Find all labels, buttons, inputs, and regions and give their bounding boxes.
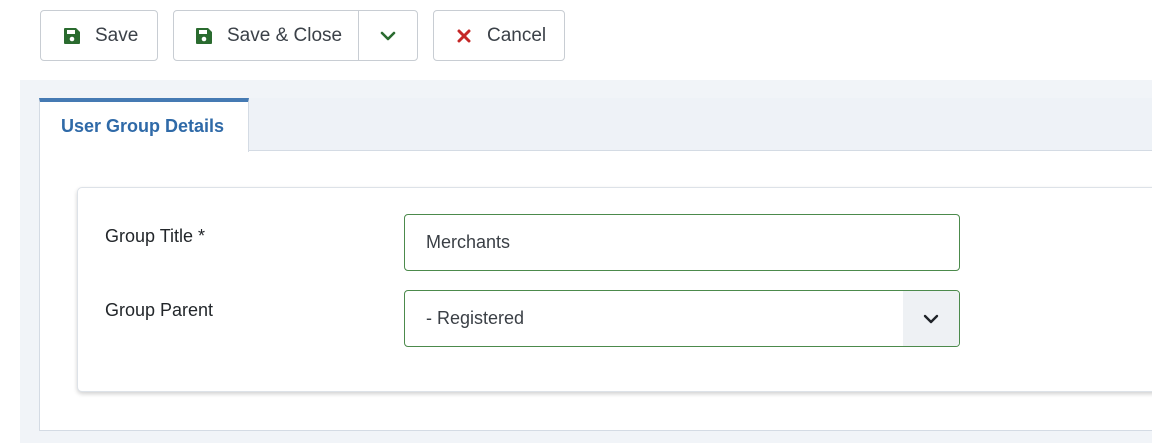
tab-user-group-details[interactable]: User Group Details bbox=[39, 98, 249, 152]
save-label: Save bbox=[95, 24, 139, 46]
cancel-button[interactable]: Cancel bbox=[433, 10, 565, 61]
group-title-label: Group Title * bbox=[105, 226, 206, 246]
save-close-button[interactable]: Save & Close bbox=[174, 11, 359, 60]
group-parent-value: - Registered bbox=[426, 308, 525, 328]
save-button[interactable]: Save bbox=[40, 10, 158, 61]
tab-strip: User Group Details bbox=[39, 98, 1152, 152]
group-title-input[interactable]: Merchants bbox=[404, 214, 960, 271]
chevron-down-icon bbox=[903, 291, 959, 346]
content-area: User Group Details Group Title * Merchan… bbox=[20, 80, 1152, 443]
toolbar: Save Save & Close Cancel bbox=[0, 0, 1152, 80]
floppy-disk-icon bbox=[62, 26, 82, 46]
x-icon bbox=[454, 26, 474, 46]
floppy-disk-icon bbox=[194, 26, 214, 46]
details-card: Group Title * Merchants Group Parent - R… bbox=[77, 187, 1152, 392]
save-options-dropdown-toggle[interactable] bbox=[359, 11, 417, 60]
group-title-value: Merchants bbox=[426, 232, 511, 252]
group-parent-select[interactable]: - Registered bbox=[404, 290, 960, 347]
group-parent-label: Group Parent bbox=[105, 300, 214, 320]
save-close-label: Save & Close bbox=[227, 24, 343, 46]
cancel-label: Cancel bbox=[487, 24, 547, 46]
chevron-down-icon bbox=[380, 31, 396, 40]
save-close-button-group: Save & Close bbox=[173, 10, 418, 61]
tab-panel-container: User Group Details Group Title * Merchan… bbox=[39, 98, 1152, 431]
